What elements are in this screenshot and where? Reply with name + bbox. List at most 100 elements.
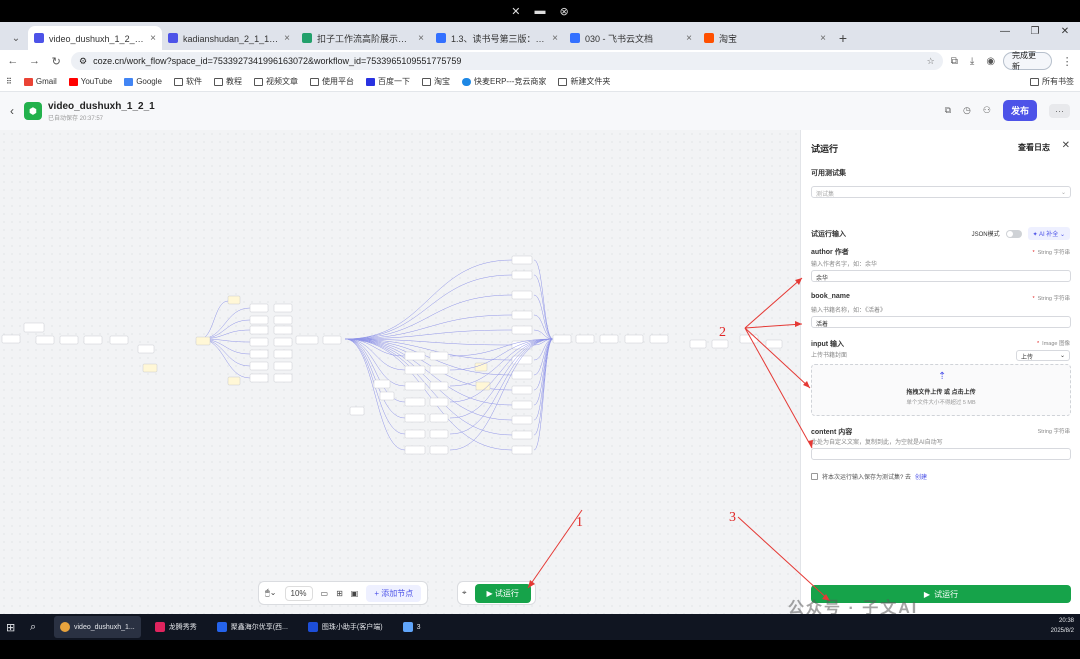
tab-3[interactable]: 1.3、读书号第三版：滚动字幕 × (430, 26, 564, 50)
copy-icon[interactable]: ⧉ (945, 105, 951, 116)
workflow-node[interactable] (511, 400, 533, 410)
workflow-node[interactable] (249, 361, 269, 371)
workflow-node[interactable] (83, 335, 103, 345)
back-icon[interactable]: ← (6, 55, 20, 67)
extensions-icon[interactable]: ⧉ (951, 56, 958, 67)
bookmark-youtube[interactable]: YouTube (68, 77, 112, 86)
tab-search-icon[interactable]: ⌄ (4, 26, 28, 50)
workflow-node[interactable] (711, 339, 729, 349)
bookmark-gmail[interactable]: Gmail (23, 77, 57, 86)
profile-icon[interactable]: ◉ (986, 56, 995, 67)
workflow-node[interactable] (1, 334, 21, 344)
star-icon[interactable]: ☆ (927, 56, 935, 67)
workflow-node[interactable] (511, 370, 533, 380)
workflow-node[interactable] (59, 335, 79, 345)
workflow-canvas[interactable]: 🖱⌄ 10% ▭ ⊞ ▣ + 添加节点 ⌖ ▶ 试运行 (0, 130, 800, 614)
close-icon[interactable]: ✕ (1062, 140, 1070, 151)
workflow-node[interactable] (249, 349, 269, 359)
workflow-node[interactable] (429, 397, 449, 407)
testset-select[interactable]: 测试集 ⌄ (811, 186, 1071, 198)
workflow-node[interactable] (599, 334, 619, 344)
tab-4[interactable]: 030 - 飞书云文档 × (564, 26, 698, 50)
workflow-node[interactable] (429, 429, 449, 439)
all-bookmarks[interactable]: 所有书签 (1030, 76, 1074, 87)
windows-start-icon[interactable]: ⊞ (6, 621, 22, 634)
close-icon[interactable]: × (150, 33, 156, 44)
close-icon[interactable]: × (820, 33, 826, 44)
view-log-button[interactable]: 查看日志 (1018, 142, 1050, 153)
workflow-node[interactable] (23, 322, 45, 333)
workflow-node[interactable] (511, 290, 533, 300)
author-input[interactable]: 余华 (811, 270, 1071, 282)
comment-icon[interactable]: ▭ (321, 589, 329, 598)
workflow-node[interactable] (404, 445, 426, 455)
workflow-node[interactable] (227, 376, 241, 386)
workflow-node[interactable] (404, 351, 426, 361)
add-node-button[interactable]: + 添加节点 (366, 584, 422, 602)
workflow-node[interactable] (765, 339, 783, 349)
workflow-node[interactable] (429, 413, 449, 423)
taskbar-app[interactable]: 聚鑫海尔优享(西... (211, 616, 294, 638)
close-icon[interactable]: × (284, 33, 290, 44)
workflow-node[interactable] (35, 335, 55, 345)
workflow-node[interactable] (511, 325, 533, 335)
workflow-node[interactable] (511, 415, 533, 425)
image-upload-dropzone[interactable]: ⇡ 拖拽文件上传 或 点击上传 单个文件大小不得超过 5 MB (811, 364, 1071, 416)
workflow-node[interactable] (689, 339, 707, 349)
workflow-node[interactable] (373, 379, 391, 389)
canvas-run-button[interactable]: ▶ 试运行 (474, 583, 531, 603)
workflow-node[interactable] (511, 430, 533, 440)
workflow-node[interactable] (273, 349, 293, 359)
bookmark-folder[interactable]: 视频文章 (253, 76, 298, 87)
bookmark-kuaimai[interactable]: 快麦ERP---竞云商家 (461, 76, 546, 87)
workflow-node[interactable] (379, 391, 395, 401)
json-mode-toggle[interactable] (1005, 229, 1022, 238)
workflow-node[interactable] (273, 325, 293, 335)
bookmark-folder[interactable]: 软件 (173, 76, 202, 87)
bookmark-folder[interactable]: 教程 (213, 76, 242, 87)
reload-icon[interactable]: ↻ (49, 55, 63, 68)
workflow-node[interactable] (429, 445, 449, 455)
bookmark-google[interactable]: Google (124, 77, 162, 86)
workflow-node[interactable] (273, 373, 293, 383)
workflow-node[interactable] (404, 397, 426, 407)
workflow-node[interactable] (511, 445, 533, 455)
workflow-node[interactable] (739, 334, 759, 344)
bookmark-baidu[interactable]: 百度一下 (365, 76, 410, 87)
forward-icon[interactable]: → (28, 55, 42, 67)
update-button[interactable]: 完成更新 (1003, 51, 1053, 71)
workflow-node[interactable] (249, 337, 269, 347)
bookmark-folder[interactable]: 使用平台 (309, 76, 354, 87)
workflow-node[interactable] (195, 336, 211, 346)
workflow-node[interactable] (404, 413, 426, 423)
url-bar[interactable]: ⚙ coze.cn/work_flow?space_id=75339273419… (71, 52, 943, 70)
more-icon[interactable]: ··· (1049, 103, 1070, 118)
workflow-title[interactable]: video_dushuxh_1_2_1 (48, 101, 155, 112)
workflow-node[interactable] (575, 334, 595, 344)
create-testset-link[interactable]: 创建 (915, 472, 927, 481)
close-icon[interactable]: ✕ (1050, 26, 1080, 37)
pin-icon[interactable]: ✕ (511, 5, 520, 18)
workflow-node[interactable] (322, 335, 342, 345)
save-testset-checkbox[interactable] (811, 473, 818, 480)
close-icon[interactable]: × (686, 33, 692, 44)
bookmark-folder[interactable]: 新建文件夹 (558, 76, 610, 87)
workflow-node[interactable] (624, 334, 644, 344)
workflow-node[interactable] (273, 337, 293, 347)
tool-icon[interactable]: ⌖ (462, 588, 467, 598)
workflow-node[interactable] (511, 310, 533, 320)
workflow-node[interactable] (273, 315, 293, 325)
workflow-node[interactable] (429, 365, 449, 375)
taskbar-app[interactable]: 龙腾秀秀 (149, 616, 203, 638)
back-chevron-icon[interactable]: ‹ (10, 104, 24, 118)
workflow-node[interactable] (273, 303, 293, 313)
workflow-node[interactable] (552, 334, 572, 344)
tab-5[interactable]: 淘宝 × (698, 26, 832, 50)
minimap-icon[interactable]: ▣ (351, 589, 359, 598)
workflow-node[interactable] (474, 362, 488, 372)
close-icon[interactable]: ⊗ (560, 5, 569, 18)
tab-0[interactable]: video_dushuxh_1_2_1 - 工作流 × (28, 26, 162, 50)
workflow-node[interactable] (404, 429, 426, 439)
tab-2[interactable]: 扣子工作流高阶展示与教程 - 飞书 × (296, 26, 430, 50)
taskbar-app[interactable]: 3 (397, 616, 427, 638)
